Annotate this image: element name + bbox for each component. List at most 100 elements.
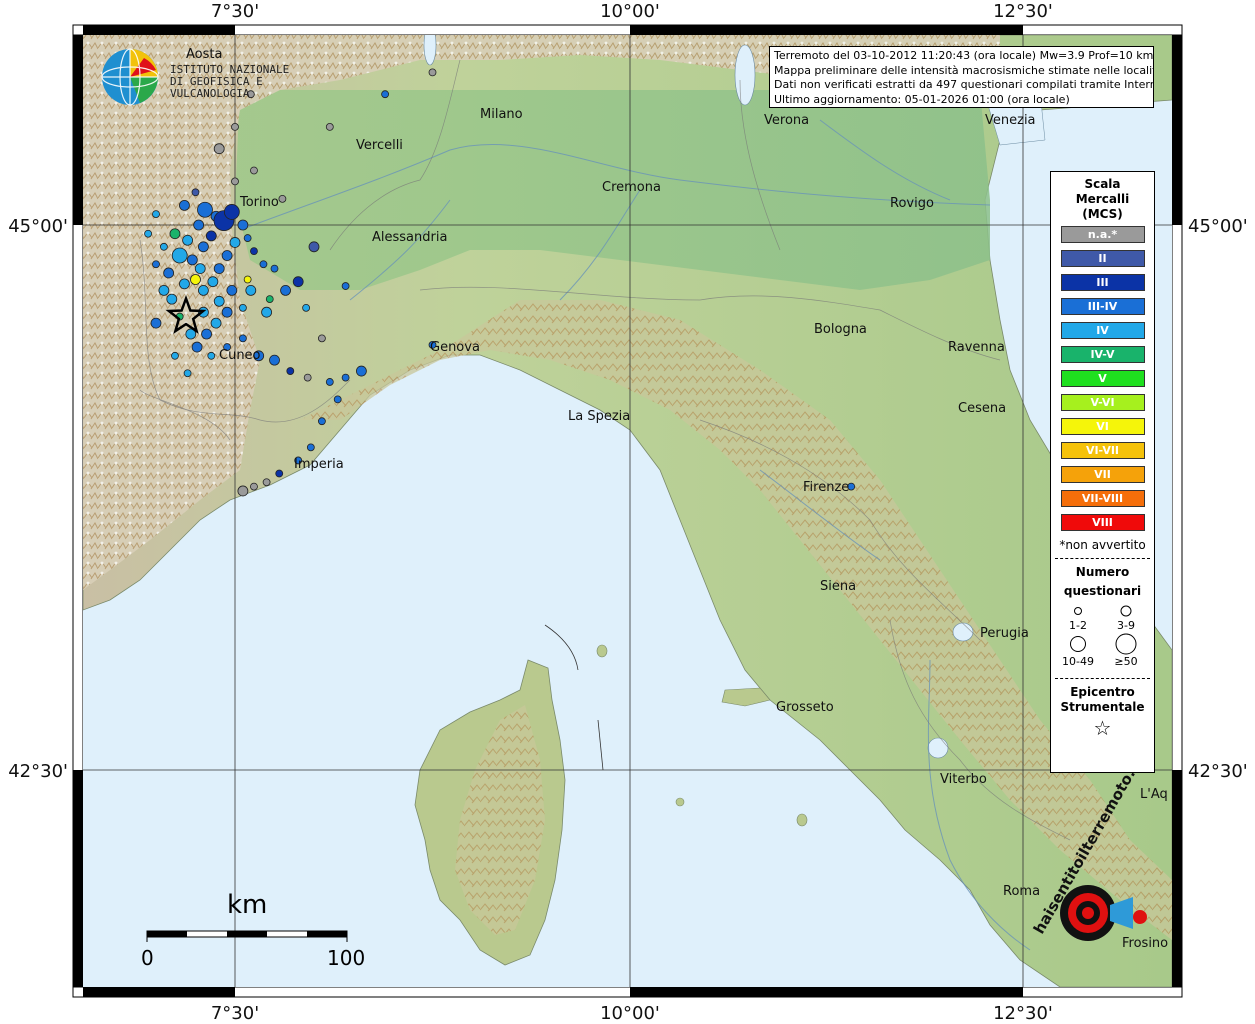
intensity-point <box>317 417 326 426</box>
city-cuneo: Cuneo <box>219 348 261 363</box>
city-alessandria: Alessandria <box>372 230 447 245</box>
legend-swatch: V-VI <box>1060 394 1145 411</box>
city-ravenna: Ravenna <box>948 340 1005 355</box>
intensity-point <box>333 395 342 404</box>
count-title-1: Numero <box>1075 565 1130 579</box>
intensity-point <box>197 201 213 218</box>
scale-unit: km <box>227 890 268 920</box>
data-note-line: Dati non verificati estratti da 497 ques… <box>774 78 1154 91</box>
intensity-point <box>229 237 241 248</box>
intensity-point <box>265 295 274 304</box>
city-grosseto: Grosseto <box>776 700 834 715</box>
intensity-point <box>243 234 252 242</box>
intensity-point <box>152 210 160 219</box>
intensity-point <box>197 241 209 253</box>
intensity-point <box>317 334 326 343</box>
intensity-point <box>325 378 334 386</box>
legend-swatch: VI-VII <box>1060 442 1145 459</box>
intensity-point <box>205 230 217 242</box>
intensity-point <box>159 242 168 251</box>
lake-bolsena <box>927 737 949 759</box>
coord-bottom-3: 12°30' <box>993 1003 1053 1024</box>
scale-start: 0 <box>141 946 154 970</box>
intensity-point <box>194 263 206 275</box>
intensity-point <box>152 260 160 269</box>
legend-swatch: III <box>1060 274 1145 291</box>
intensity-point <box>144 229 153 238</box>
intensity-point <box>201 328 212 340</box>
coord-left-1: 45°00' <box>8 216 68 237</box>
intensity-point <box>182 234 194 246</box>
intensity-point <box>163 267 175 279</box>
legend-title-3: (MCS) <box>1082 207 1123 221</box>
intensity-point <box>231 123 239 131</box>
intensity-point <box>207 351 216 360</box>
legend-title-2: Mercalli <box>1075 192 1130 206</box>
city-verona: Verona <box>764 113 809 128</box>
intensity-point <box>250 166 258 175</box>
intensity-point <box>278 194 287 203</box>
intensity-point <box>302 303 311 312</box>
legend-swatch: n.a.* <box>1060 226 1145 243</box>
city-siena: Siena <box>820 579 856 594</box>
size-50-plus: ≥50 <box>1114 655 1137 668</box>
city-torino: Torino <box>239 195 279 210</box>
intensity-point <box>261 306 273 318</box>
intensity-point <box>150 317 162 329</box>
intensity-point <box>158 284 170 296</box>
count-title-2: questionari <box>1063 584 1142 598</box>
intensity-point <box>171 351 179 360</box>
intensity-point <box>243 275 252 284</box>
city-roma: Roma <box>1003 884 1040 899</box>
legend-panel: Scala Mercalli (MCS) n.a.* II III III-IV IV I… <box>1050 171 1155 773</box>
intensity-point <box>238 334 247 343</box>
intensity-point <box>191 188 200 197</box>
intensity-point <box>223 204 240 220</box>
intensity-point <box>191 341 203 353</box>
coord-bottom-1: 7°30' <box>211 1003 259 1024</box>
intensity-point <box>237 219 249 231</box>
city-la-spezia: La Spezia <box>568 409 630 424</box>
intensity-point <box>221 306 233 318</box>
intensity-point <box>306 443 315 452</box>
city-venezia: Venezia <box>985 113 1036 128</box>
epicenter-title-1: Epicentro <box>1070 685 1135 699</box>
city-viterbo: Viterbo <box>940 772 987 787</box>
intensity-point <box>213 263 225 275</box>
intensity-point <box>210 317 222 329</box>
scale-bar: km 0 100 <box>137 890 367 970</box>
size-legend: 1-2 3-9 10-49 ≥50 <box>1062 605 1138 668</box>
intensity-point <box>193 219 205 231</box>
intensity-point <box>341 282 350 290</box>
legend-swatch: IV <box>1060 322 1145 339</box>
montecristo <box>675 797 685 807</box>
legend-swatch: VII <box>1060 466 1145 483</box>
map-description-line: Mappa preliminare delle intensità macros… <box>774 63 1154 77</box>
intensity-point <box>207 276 219 288</box>
ingv-logo: ISTITUTO NAZIONALE DI GEOFISICA E VULCAN… <box>100 46 310 108</box>
intensity-point <box>213 295 225 307</box>
intensity-point <box>341 373 350 382</box>
coord-right-1: 45°00' <box>1188 216 1248 237</box>
legend-swatch: III-IV <box>1060 298 1145 315</box>
legend-title-1: Scala <box>1084 177 1121 191</box>
intensity-point <box>186 254 198 266</box>
coord-bottom-2: 10°00' <box>600 1003 660 1024</box>
update-line: Ultimo aggiornamento: 05-01-2026 01:00 (… <box>774 92 1070 106</box>
city-rovigo: Rovigo <box>890 196 934 211</box>
coord-left-2: 42°30' <box>8 761 68 782</box>
size-10-49: 10-49 <box>1062 655 1094 668</box>
intensity-point <box>275 469 284 478</box>
intensity-point <box>231 177 239 186</box>
intensity-point <box>259 260 268 269</box>
city-perugia: Perugia <box>980 626 1029 641</box>
scale-bar-graphic <box>146 930 348 942</box>
lake-garda <box>734 44 756 106</box>
intensity-point <box>280 284 291 296</box>
intensity-point <box>270 264 279 273</box>
intensity-point <box>308 241 320 253</box>
intensity-point <box>428 68 437 77</box>
city-imperia: Imperia <box>294 457 344 472</box>
city-bologna: Bologna <box>814 322 867 337</box>
intensity-point <box>269 354 280 366</box>
